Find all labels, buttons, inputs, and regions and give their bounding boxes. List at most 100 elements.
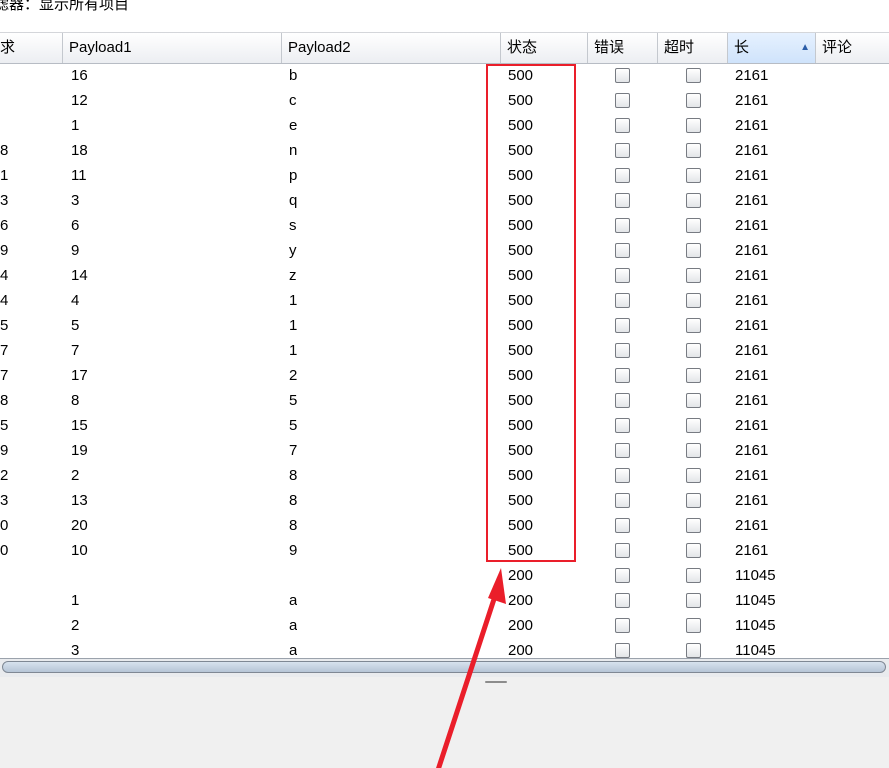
payload1-cell: 4 (71, 292, 80, 309)
table-row[interactable]: 0 10 9 500 2161 (0, 538, 889, 563)
table-row[interactable]: 8 8 5 500 2161 (0, 388, 889, 413)
column-header-label: 求 (0, 39, 16, 56)
results-table[interactable]: 求 Payload1 Payload2 状态 错误 超时 长 ▲ 评论 16 b 50… (0, 18, 889, 678)
column-header-status[interactable]: 状态 (501, 33, 588, 63)
table-row[interactable]: 9 19 7 500 2161 (0, 438, 889, 463)
column-header-length[interactable]: 长 ▲ (728, 33, 816, 63)
error-checkbox[interactable] (615, 268, 630, 283)
error-checkbox[interactable] (615, 343, 630, 358)
column-header-payload1[interactable]: Payload1 (63, 33, 282, 63)
timeout-checkbox[interactable] (686, 243, 701, 258)
error-checkbox[interactable] (615, 443, 630, 458)
table-row[interactable]: 1 e 500 2161 (0, 113, 889, 138)
error-checkbox[interactable] (615, 168, 630, 183)
split-pane-handle[interactable] (485, 681, 507, 683)
timeout-checkbox[interactable] (686, 518, 701, 533)
length-cell: 2161 (735, 242, 769, 259)
table-row[interactable]: 1 11 p 500 2161 (0, 163, 889, 188)
length-cell: 2161 (735, 192, 769, 209)
scrollbar-thumb[interactable] (2, 661, 886, 673)
column-header-payload2[interactable]: Payload2 (282, 33, 501, 63)
error-checkbox[interactable] (615, 368, 630, 383)
timeout-checkbox[interactable] (686, 543, 701, 558)
table-row[interactable]: 0 20 8 500 2161 (0, 513, 889, 538)
error-checkbox[interactable] (615, 318, 630, 333)
error-checkbox[interactable] (615, 643, 630, 658)
error-checkbox[interactable] (615, 418, 630, 433)
table-row[interactable]: 2 2 8 500 2161 (0, 463, 889, 488)
error-checkbox[interactable] (615, 393, 630, 408)
sort-ascending-icon: ▲ (800, 42, 810, 53)
status-cell: 200 (508, 567, 534, 584)
timeout-checkbox[interactable] (686, 368, 701, 383)
timeout-checkbox[interactable] (686, 343, 701, 358)
table-row[interactable]: 3 13 8 500 2161 (0, 488, 889, 513)
timeout-checkbox[interactable] (686, 468, 701, 483)
error-checkbox[interactable] (615, 518, 630, 533)
filter-bar[interactable]: 滤器：显示所有项目 (0, 0, 889, 19)
table-row[interactable]: 16 b 500 2161 (0, 63, 889, 88)
table-row[interactable]: 9 9 y 500 2161 (0, 238, 889, 263)
timeout-checkbox[interactable] (686, 643, 701, 658)
status-cell: 500 (508, 242, 534, 259)
column-header-timeout[interactable]: 超时 (658, 33, 728, 63)
error-checkbox[interactable] (615, 468, 630, 483)
timeout-checkbox[interactable] (686, 268, 701, 283)
column-header-request[interactable]: 求 (0, 33, 63, 63)
timeout-checkbox[interactable] (686, 418, 701, 433)
error-checkbox[interactable] (615, 543, 630, 558)
timeout-checkbox[interactable] (686, 393, 701, 408)
table-row[interactable]: 5 5 1 500 2161 (0, 313, 889, 338)
error-checkbox[interactable] (615, 218, 630, 233)
error-checkbox[interactable] (615, 493, 630, 508)
error-checkbox[interactable] (615, 293, 630, 308)
column-header-error[interactable]: 错误 (588, 33, 658, 63)
timeout-checkbox[interactable] (686, 293, 701, 308)
table-row[interactable]: 7 17 2 500 2161 (0, 363, 889, 388)
error-checkbox[interactable] (615, 593, 630, 608)
error-checkbox[interactable] (615, 143, 630, 158)
column-header-comment[interactable]: 评论 (816, 33, 889, 63)
timeout-checkbox[interactable] (686, 493, 701, 508)
table-row[interactable]: 7 7 1 500 2161 (0, 338, 889, 363)
payload2-cell: a (289, 592, 298, 609)
length-cell: 2161 (735, 117, 769, 134)
table-row[interactable]: 2 a 200 11045 (0, 613, 889, 638)
table-row[interactable]: 6 6 s 500 2161 (0, 213, 889, 238)
status-cell: 500 (508, 467, 534, 484)
timeout-checkbox[interactable] (686, 443, 701, 458)
table-row[interactable]: 1 a 200 11045 (0, 588, 889, 613)
status-cell: 500 (508, 167, 534, 184)
payload2-cell: 9 (289, 542, 298, 559)
timeout-checkbox[interactable] (686, 593, 701, 608)
table-row[interactable]: 5 15 5 500 2161 (0, 413, 889, 438)
table-row[interactable]: 200 11045 (0, 563, 889, 588)
timeout-checkbox[interactable] (686, 118, 701, 133)
horizontal-scrollbar[interactable] (0, 658, 889, 677)
error-checkbox[interactable] (615, 568, 630, 583)
timeout-checkbox[interactable] (686, 93, 701, 108)
error-checkbox[interactable] (615, 618, 630, 633)
length-cell: 2161 (735, 92, 769, 109)
error-checkbox[interactable] (615, 118, 630, 133)
error-checkbox[interactable] (615, 93, 630, 108)
table-row[interactable]: 3 3 q 500 2161 (0, 188, 889, 213)
timeout-checkbox[interactable] (686, 193, 701, 208)
timeout-checkbox[interactable] (686, 143, 701, 158)
error-checkbox[interactable] (615, 193, 630, 208)
payload2-cell: 8 (289, 517, 298, 534)
error-checkbox[interactable] (615, 68, 630, 83)
payload1-cell: 5 (71, 317, 80, 334)
error-checkbox[interactable] (615, 243, 630, 258)
timeout-checkbox[interactable] (686, 68, 701, 83)
table-row[interactable]: 12 c 500 2161 (0, 88, 889, 113)
timeout-checkbox[interactable] (686, 168, 701, 183)
timeout-checkbox[interactable] (686, 218, 701, 233)
length-cell: 2161 (735, 142, 769, 159)
table-row[interactable]: 4 14 z 500 2161 (0, 263, 889, 288)
timeout-checkbox[interactable] (686, 318, 701, 333)
table-row[interactable]: 8 18 n 500 2161 (0, 138, 889, 163)
timeout-checkbox[interactable] (686, 618, 701, 633)
table-row[interactable]: 4 4 1 500 2161 (0, 288, 889, 313)
timeout-checkbox[interactable] (686, 568, 701, 583)
